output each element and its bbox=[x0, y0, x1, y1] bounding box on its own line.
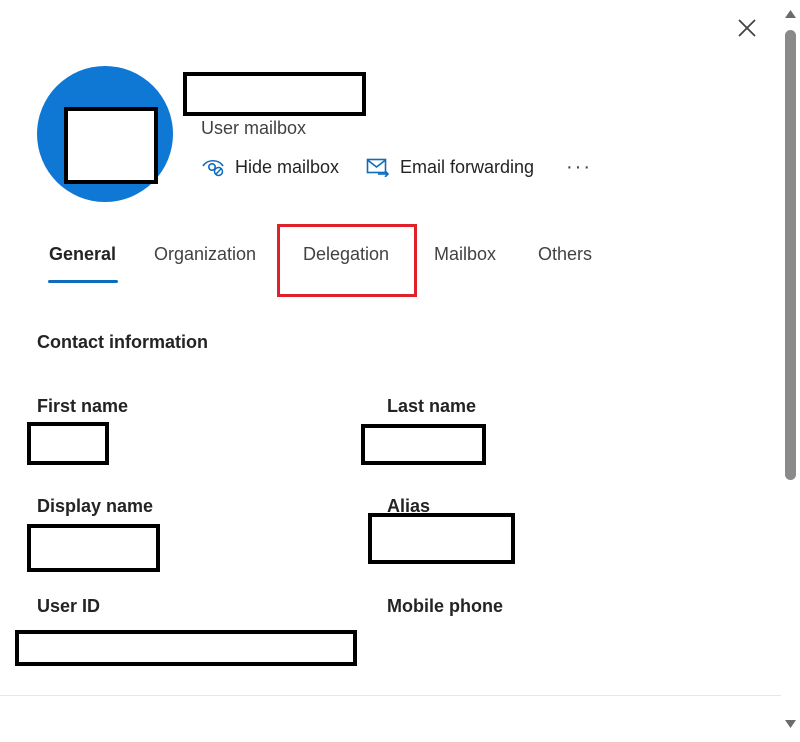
tab-general[interactable]: General bbox=[49, 244, 116, 265]
avatar-initials-redaction bbox=[64, 107, 158, 184]
mail-forward-icon bbox=[366, 158, 390, 177]
display-name-value-redaction bbox=[27, 524, 160, 572]
first-name-value-redaction bbox=[27, 422, 109, 465]
eye-hide-icon bbox=[202, 159, 224, 177]
tab-mailbox[interactable]: Mailbox bbox=[434, 244, 496, 265]
mobile-phone-label: Mobile phone bbox=[387, 596, 503, 616]
display-name-label: Display name bbox=[37, 496, 154, 516]
close-icon bbox=[738, 19, 756, 37]
tab-general-selected-indicator bbox=[48, 280, 118, 283]
user-name-redaction bbox=[183, 72, 366, 116]
bottom-divider bbox=[0, 695, 781, 696]
email-forwarding-button[interactable]: Email forwarding bbox=[366, 154, 534, 180]
user-id-value-redaction bbox=[15, 630, 357, 666]
mailbox-details-panel: User mailbox Hide mailbox Email forwardi… bbox=[0, 0, 800, 742]
last-name-value-redaction bbox=[361, 424, 486, 465]
tab-others[interactable]: Others bbox=[538, 244, 592, 265]
first-name-label: First name bbox=[37, 396, 129, 416]
hide-mailbox-label: Hide mailbox bbox=[235, 156, 340, 177]
tab-organization[interactable]: Organization bbox=[154, 244, 256, 265]
close-button[interactable] bbox=[734, 15, 760, 41]
mailbox-type-label: User mailbox bbox=[201, 118, 307, 138]
delegation-highlight-box bbox=[277, 224, 417, 297]
contact-information-heading: Contact information bbox=[37, 332, 208, 352]
user-id-label: User ID bbox=[37, 596, 101, 616]
more-icon: ··· bbox=[566, 155, 592, 178]
email-forwarding-label: Email forwarding bbox=[400, 156, 535, 177]
alias-value-redaction bbox=[368, 513, 515, 564]
hide-mailbox-button[interactable]: Hide mailbox bbox=[201, 154, 339, 180]
more-actions-button[interactable]: ··· bbox=[566, 154, 592, 180]
scrollbar-thumb[interactable] bbox=[785, 30, 796, 480]
scroll-up-arrow-icon[interactable] bbox=[784, 8, 797, 20]
scroll-down-arrow-icon[interactable] bbox=[784, 718, 797, 730]
last-name-label: Last name bbox=[387, 396, 477, 416]
